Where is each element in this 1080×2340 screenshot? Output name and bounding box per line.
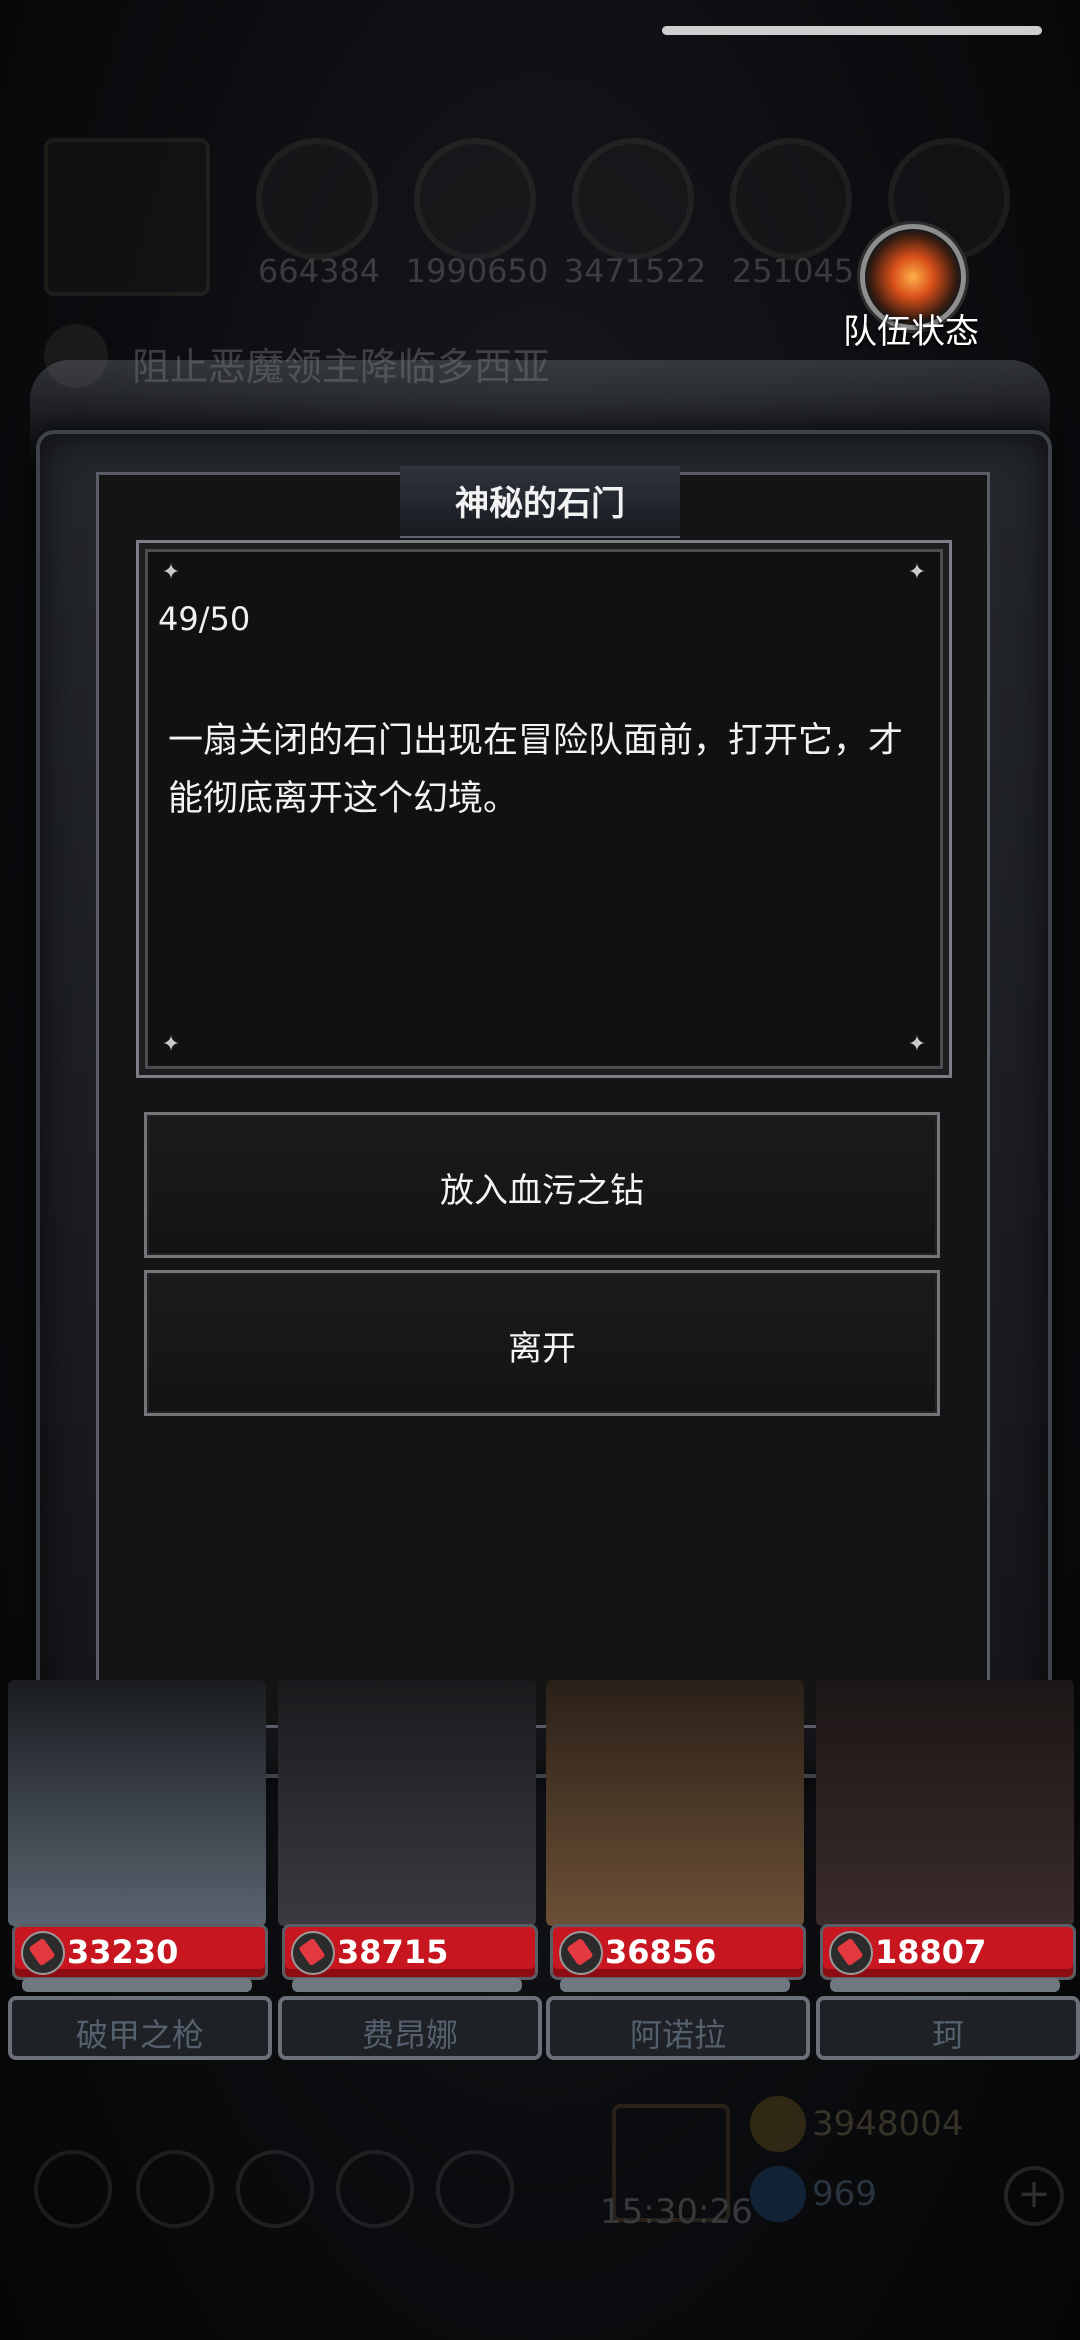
resource-3-value: 3471522 (563, 252, 707, 290)
resource-1-icon (256, 138, 378, 260)
hero-hp-bar: 18807 (820, 1924, 1076, 1980)
corner-sparkle-icon: ✦ (907, 560, 927, 585)
hero-energy-bar (292, 1978, 522, 1992)
option-label: 离开 (508, 1329, 576, 1369)
hp-icon (21, 1931, 65, 1975)
hero-portrait (546, 1680, 804, 1926)
hero-name: 破甲之枪 (75, 2016, 204, 2054)
hero-hp-bar: 33230 (12, 1924, 268, 1980)
resource-4-icon (730, 138, 852, 260)
nav-icon-3 (236, 2150, 314, 2228)
hero-hp-bar: 36856 (550, 1924, 806, 1980)
resource-3-icon (572, 138, 694, 260)
option-label: 放入血污之钻 (440, 1171, 644, 1211)
clock: 15:30:26 (600, 2192, 753, 2232)
hero-energy-bar (830, 1978, 1060, 1992)
nav-icon-1 (34, 2150, 112, 2228)
nav-icon-2 (136, 2150, 214, 2228)
resource-2-value: 1990650 (405, 252, 549, 290)
option-insert-blood-diamond-button[interactable]: 放入血污之钻 (144, 1112, 940, 1258)
hero-card[interactable]: 18807 珂 (812, 1680, 1080, 2080)
hero-name: 珂 (931, 2016, 964, 2054)
hp-icon (559, 1931, 603, 1975)
hero-card[interactable]: 33230 破甲之枪 (4, 1680, 272, 2080)
hero-hp-bar: 38715 (282, 1924, 538, 1980)
resource-1-value: 664384 (257, 252, 381, 290)
gem-icon (750, 2166, 806, 2222)
dialog-title: 神秘的石门 (455, 484, 625, 524)
hero-hp-value: 38715 (337, 1933, 449, 1971)
hero-energy-bar (560, 1978, 790, 1992)
hero-name: 阿诺拉 (629, 2016, 726, 2054)
hero-portrait (816, 1680, 1074, 1926)
gold-coin-icon (750, 2096, 806, 2152)
hero-card[interactable]: 36856 阿诺拉 (542, 1680, 810, 2080)
hero-energy-bar (22, 1978, 252, 1992)
nav-icon-4 (336, 2150, 414, 2228)
hp-icon (829, 1931, 873, 1975)
hero-hp-value: 33230 (67, 1933, 179, 1971)
hero-hp-value: 18807 (875, 1933, 987, 1971)
hp-icon (291, 1931, 335, 1975)
gem-value: 969 (812, 2174, 877, 2214)
hero-name-plate: 费昂娜 (278, 1996, 542, 2060)
hero-hp-value: 36856 (605, 1933, 717, 1971)
corner-sparkle-icon: ✦ (161, 560, 181, 585)
hero-card[interactable]: 38715 费昂娜 (274, 1680, 542, 2080)
team-status-label[interactable]: 队伍状态 (836, 304, 986, 353)
player-avatar (44, 138, 210, 296)
event-description: 一扇关闭的石门出现在冒险队面前，打开它，才能彻底离开这个幻境。 (168, 721, 904, 819)
nav-icon-5 (436, 2150, 514, 2228)
gold-value: 3948004 (812, 2104, 964, 2144)
hero-name-plate: 破甲之枪 (8, 1996, 272, 2060)
hero-name-plate: 珂 (816, 1996, 1080, 2060)
option-leave-button[interactable]: 离开 (144, 1270, 940, 1416)
hero-name-plate: 阿诺拉 (546, 1996, 810, 2060)
hero-name: 费昂娜 (361, 2016, 458, 2054)
hero-portrait (8, 1680, 266, 1926)
event-progress: 49/50 (158, 600, 251, 638)
hero-portrait (278, 1680, 536, 1926)
resource-2-icon (414, 138, 536, 260)
add-icon: + (1004, 2166, 1064, 2226)
corner-sparkle-icon: ✦ (161, 1032, 181, 1057)
corner-sparkle-icon: ✦ (907, 1032, 927, 1057)
resource-4-value: 251045 (731, 252, 855, 290)
